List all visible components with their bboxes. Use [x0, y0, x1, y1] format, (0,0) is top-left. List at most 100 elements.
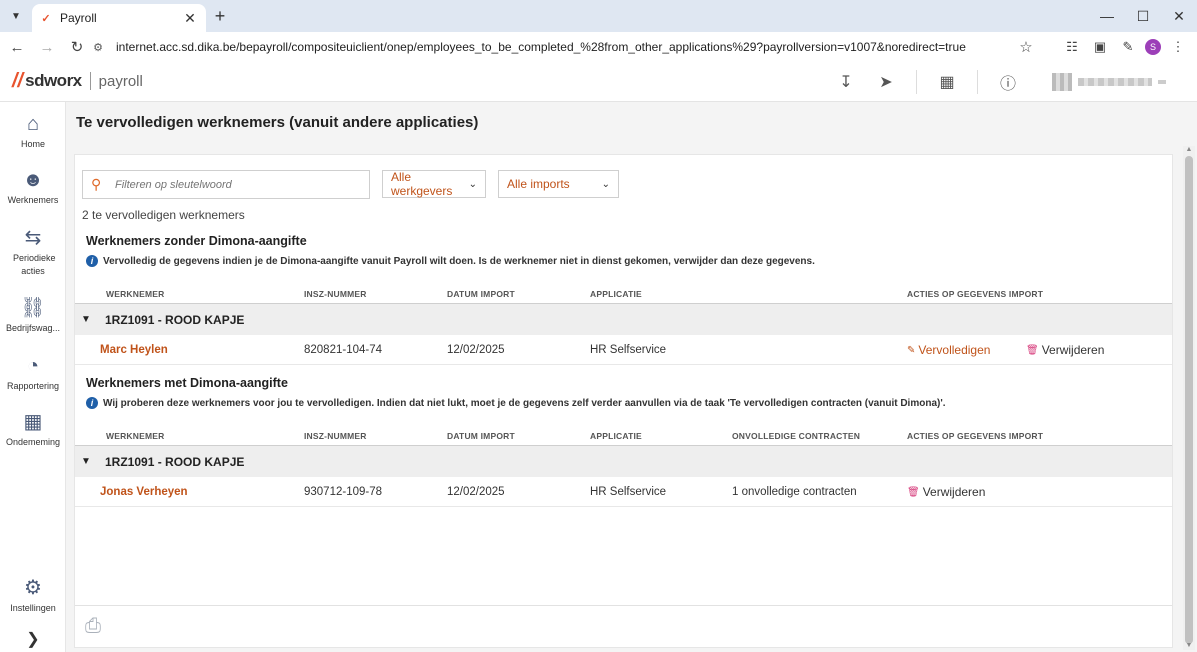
- user-menu[interactable]: [1052, 73, 1168, 91]
- employees-card: ⚲ Alle werkgevers ⌄ Alle imports ⌄ 2 te …: [74, 154, 1173, 648]
- header-divider: [916, 70, 917, 94]
- new-tab-icon[interactable]: +: [210, 6, 230, 26]
- nav-item-bedrijfswagens[interactable]: ⛓ Bedrijfswag...: [0, 294, 66, 335]
- section-title-with-dimona: Werknemers met Dimona-aangifte: [86, 376, 288, 390]
- search-box[interactable]: ⚲: [82, 170, 370, 199]
- employee-name-link[interactable]: Marc Heylen: [100, 344, 168, 356]
- browser-toolbar: ← → ↻ ⚙ internet.acc.sd.dika.be/bepayrol…: [0, 32, 1197, 62]
- table-row: Jonas Verheyen 930712-109-78 12/02/2025 …: [75, 478, 1172, 507]
- header-actions: ↧ ➤ ▦ ⓘ: [826, 62, 1028, 102]
- minimize-icon[interactable]: —: [1089, 0, 1125, 32]
- site-info-icon[interactable]: ⚙: [90, 41, 106, 54]
- url-text[interactable]: internet.acc.sd.dika.be/bepayroll/compos…: [116, 40, 1014, 54]
- import-filter-select[interactable]: Alle imports ⌄: [498, 170, 619, 198]
- import-date: 12/02/2025: [447, 486, 505, 498]
- pie-chart-icon: ◔: [26, 355, 40, 377]
- column-header-incomplete-contracts: ONVOLLEDIGE CONTRACTEN: [732, 431, 861, 441]
- logo-mark-icon: //: [12, 70, 24, 92]
- expand-nav-button[interactable]: ❯: [0, 626, 66, 652]
- tab-list-icon[interactable]: ▼: [6, 6, 26, 26]
- translate-icon[interactable]: ☷: [1061, 36, 1083, 58]
- browser-tab[interactable]: ✓ Payroll ✕: [32, 4, 206, 32]
- delete-button[interactable]: 🗑 Verwijderen: [907, 485, 985, 499]
- nav-label: Periodieke acties: [13, 253, 56, 276]
- caret-down-icon[interactable]: ▼: [81, 456, 97, 467]
- browser-menu-icon[interactable]: ⋮: [1167, 36, 1189, 58]
- column-header-import-date: DATUM IMPORT: [447, 289, 515, 299]
- vertical-scrollbar[interactable]: ▲ ▼: [1183, 146, 1195, 650]
- trash-icon: 🗑: [1026, 344, 1039, 356]
- insz-number: 820821-104-74: [304, 344, 383, 356]
- maximize-icon[interactable]: ☐: [1125, 0, 1161, 32]
- scroll-down-icon[interactable]: ▼: [1183, 642, 1195, 650]
- page-title: Te vervolledigen werknemers (vanuit ande…: [76, 114, 479, 131]
- footer-divider: [75, 605, 1172, 606]
- column-header-employee: WERKNEMER: [106, 289, 165, 299]
- info-text: Vervolledig de gegevens indien je de Dim…: [103, 255, 815, 267]
- profile-avatar[interactable]: S: [1145, 39, 1161, 55]
- header-divider: [977, 70, 978, 94]
- back-icon[interactable]: ←: [4, 34, 30, 60]
- nav-item-instellingen[interactable]: ⚙ Instellingen: [0, 574, 66, 615]
- trash-icon: 🗑: [907, 486, 920, 498]
- application-name: HR Selfservice: [590, 486, 667, 498]
- window-controls: — ☐ ✕: [1089, 0, 1197, 32]
- nav-item-onderneming[interactable]: ▦ Ondememing: [0, 408, 66, 449]
- delete-label: Verwijderen: [922, 485, 986, 499]
- nav-label: Bedrijfswag...: [5, 323, 61, 333]
- nav-label: Werknemers: [7, 195, 59, 205]
- address-bar[interactable]: ⚙ internet.acc.sd.dika.be/bepayroll/comp…: [90, 35, 1038, 59]
- search-input[interactable]: [115, 178, 355, 191]
- bookmark-star-icon[interactable]: ☆: [1014, 38, 1038, 56]
- nav-item-werknemers[interactable]: ☻ Werknemers: [0, 166, 66, 207]
- info-icon: i: [86, 397, 98, 409]
- employee-name-link[interactable]: Jonas Verheyen: [100, 486, 188, 498]
- nav-item-home[interactable]: ⌂ Home: [0, 110, 66, 151]
- scrollbar-thumb[interactable]: [1185, 156, 1193, 644]
- apps-grid-icon[interactable]: ▦: [927, 62, 967, 102]
- screenshot-icon[interactable]: ▣: [1089, 36, 1111, 58]
- sdworx-favicon-icon: ✓: [41, 12, 51, 25]
- chevron-right-icon: ❯: [26, 631, 40, 648]
- download-icon[interactable]: ↧: [826, 62, 866, 102]
- group-row[interactable]: ▼ 1RZ1091 - ROOD KAPJE: [75, 304, 1172, 335]
- send-icon[interactable]: ➤: [866, 62, 906, 102]
- pencil-icon: ✎: [907, 344, 916, 356]
- forward-icon[interactable]: →: [34, 34, 60, 60]
- user-avatar: [1052, 73, 1072, 91]
- employee-count: 2 te vervolledigen werknemers: [82, 208, 245, 222]
- delete-label: Verwijderen: [1041, 343, 1105, 357]
- scroll-up-icon[interactable]: ▲: [1183, 146, 1195, 154]
- group-row[interactable]: ▼ 1RZ1091 - ROOD KAPJE: [75, 446, 1172, 477]
- sdworx-logo[interactable]: // sdworx payroll: [12, 71, 143, 91]
- close-tab-icon[interactable]: ✕: [182, 10, 198, 27]
- reload-icon[interactable]: ↻: [64, 34, 90, 60]
- group-label: 1RZ1091 - ROOD KAPJE: [105, 312, 245, 327]
- search-icon: ⚲: [91, 176, 102, 192]
- help-icon[interactable]: ⓘ: [988, 62, 1028, 102]
- nav-item-periodieke-acties[interactable]: ⇆ Periodieke acties: [0, 224, 66, 278]
- extensions-icon[interactable]: ✎: [1117, 36, 1139, 58]
- user-name-blurred: [1078, 78, 1152, 86]
- main-content: Te vervolledigen werknemers (vanuit ande…: [66, 102, 1197, 652]
- gear-icon: ⚙: [24, 577, 42, 599]
- section-info-without-dimona: i Vervolledig de gegevens indien je de D…: [86, 255, 815, 267]
- people-icon: ☻: [22, 169, 44, 191]
- delete-button[interactable]: 🗑 Verwijderen: [1026, 343, 1104, 357]
- column-header-actions: ACTIES OP GEGEVENS IMPORT: [907, 431, 1044, 441]
- info-text: Wij proberen deze werknemers voor jou te…: [103, 397, 946, 409]
- import-date: 12/02/2025: [447, 344, 505, 356]
- employer-filter-value: Alle werkgevers: [391, 170, 453, 198]
- close-window-icon[interactable]: ✕: [1161, 0, 1197, 32]
- column-header-application: APPLICATIE: [590, 289, 642, 299]
- employer-filter-select[interactable]: Alle werkgevers ⌄: [382, 170, 486, 198]
- column-header-application: APPLICATIE: [590, 431, 642, 441]
- nav-item-rapportering[interactable]: ◔ Rapportering: [0, 352, 66, 393]
- print-icon[interactable]: ⎙: [85, 615, 101, 638]
- column-header-insz: INSZ-NUMMER: [304, 431, 367, 441]
- column-header-actions: ACTIES OP GEGEVENS IMPORT: [907, 289, 1044, 299]
- incomplete-contracts: 1 onvolledige contracten: [732, 486, 857, 498]
- caret-down-icon[interactable]: ▼: [81, 314, 97, 325]
- nav-label: Home: [20, 139, 45, 149]
- complete-button[interactable]: ✎ Vervolledigen: [907, 343, 990, 357]
